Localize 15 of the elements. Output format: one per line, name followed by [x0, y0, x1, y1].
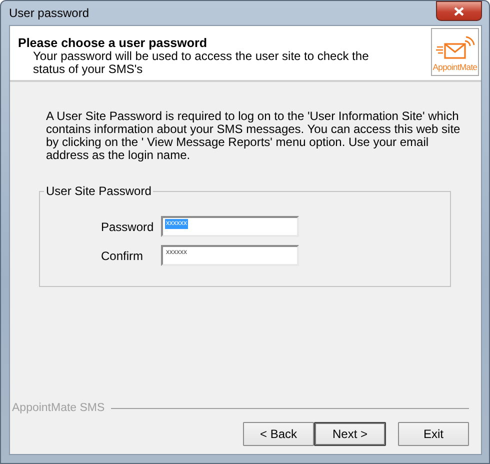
wizard-button[interactable]: Exit — [398, 422, 469, 446]
close-icon — [454, 6, 464, 16]
window-title: User password — [9, 6, 90, 20]
group-title: User Site Password — [45, 184, 152, 198]
field-label: Confirm — [101, 248, 144, 262]
intro-paragraph: A User Site Password is required to log on to the 'User Information Site' which contains information about your SMS messages. You can access this web site by clicking on the ' View Message Reports' menu option. Use your email address as the login name. — [46, 110, 461, 162]
header-subtitle: Your password will be used to access the user site to check the status of your SMS's — [32, 50, 370, 76]
header-title: Please choose a user password — [18, 36, 208, 50]
field-label: Password — [101, 220, 155, 234]
logo-text: AppointMate — [432, 62, 478, 72]
brand-label: AppointMate SMS — [12, 402, 105, 414]
wizard-button[interactable]: Next > — [314, 422, 386, 446]
close-button[interactable] — [436, 1, 482, 21]
wizard-button[interactable]: < Back — [243, 422, 314, 446]
envelope-icon — [435, 36, 475, 62]
